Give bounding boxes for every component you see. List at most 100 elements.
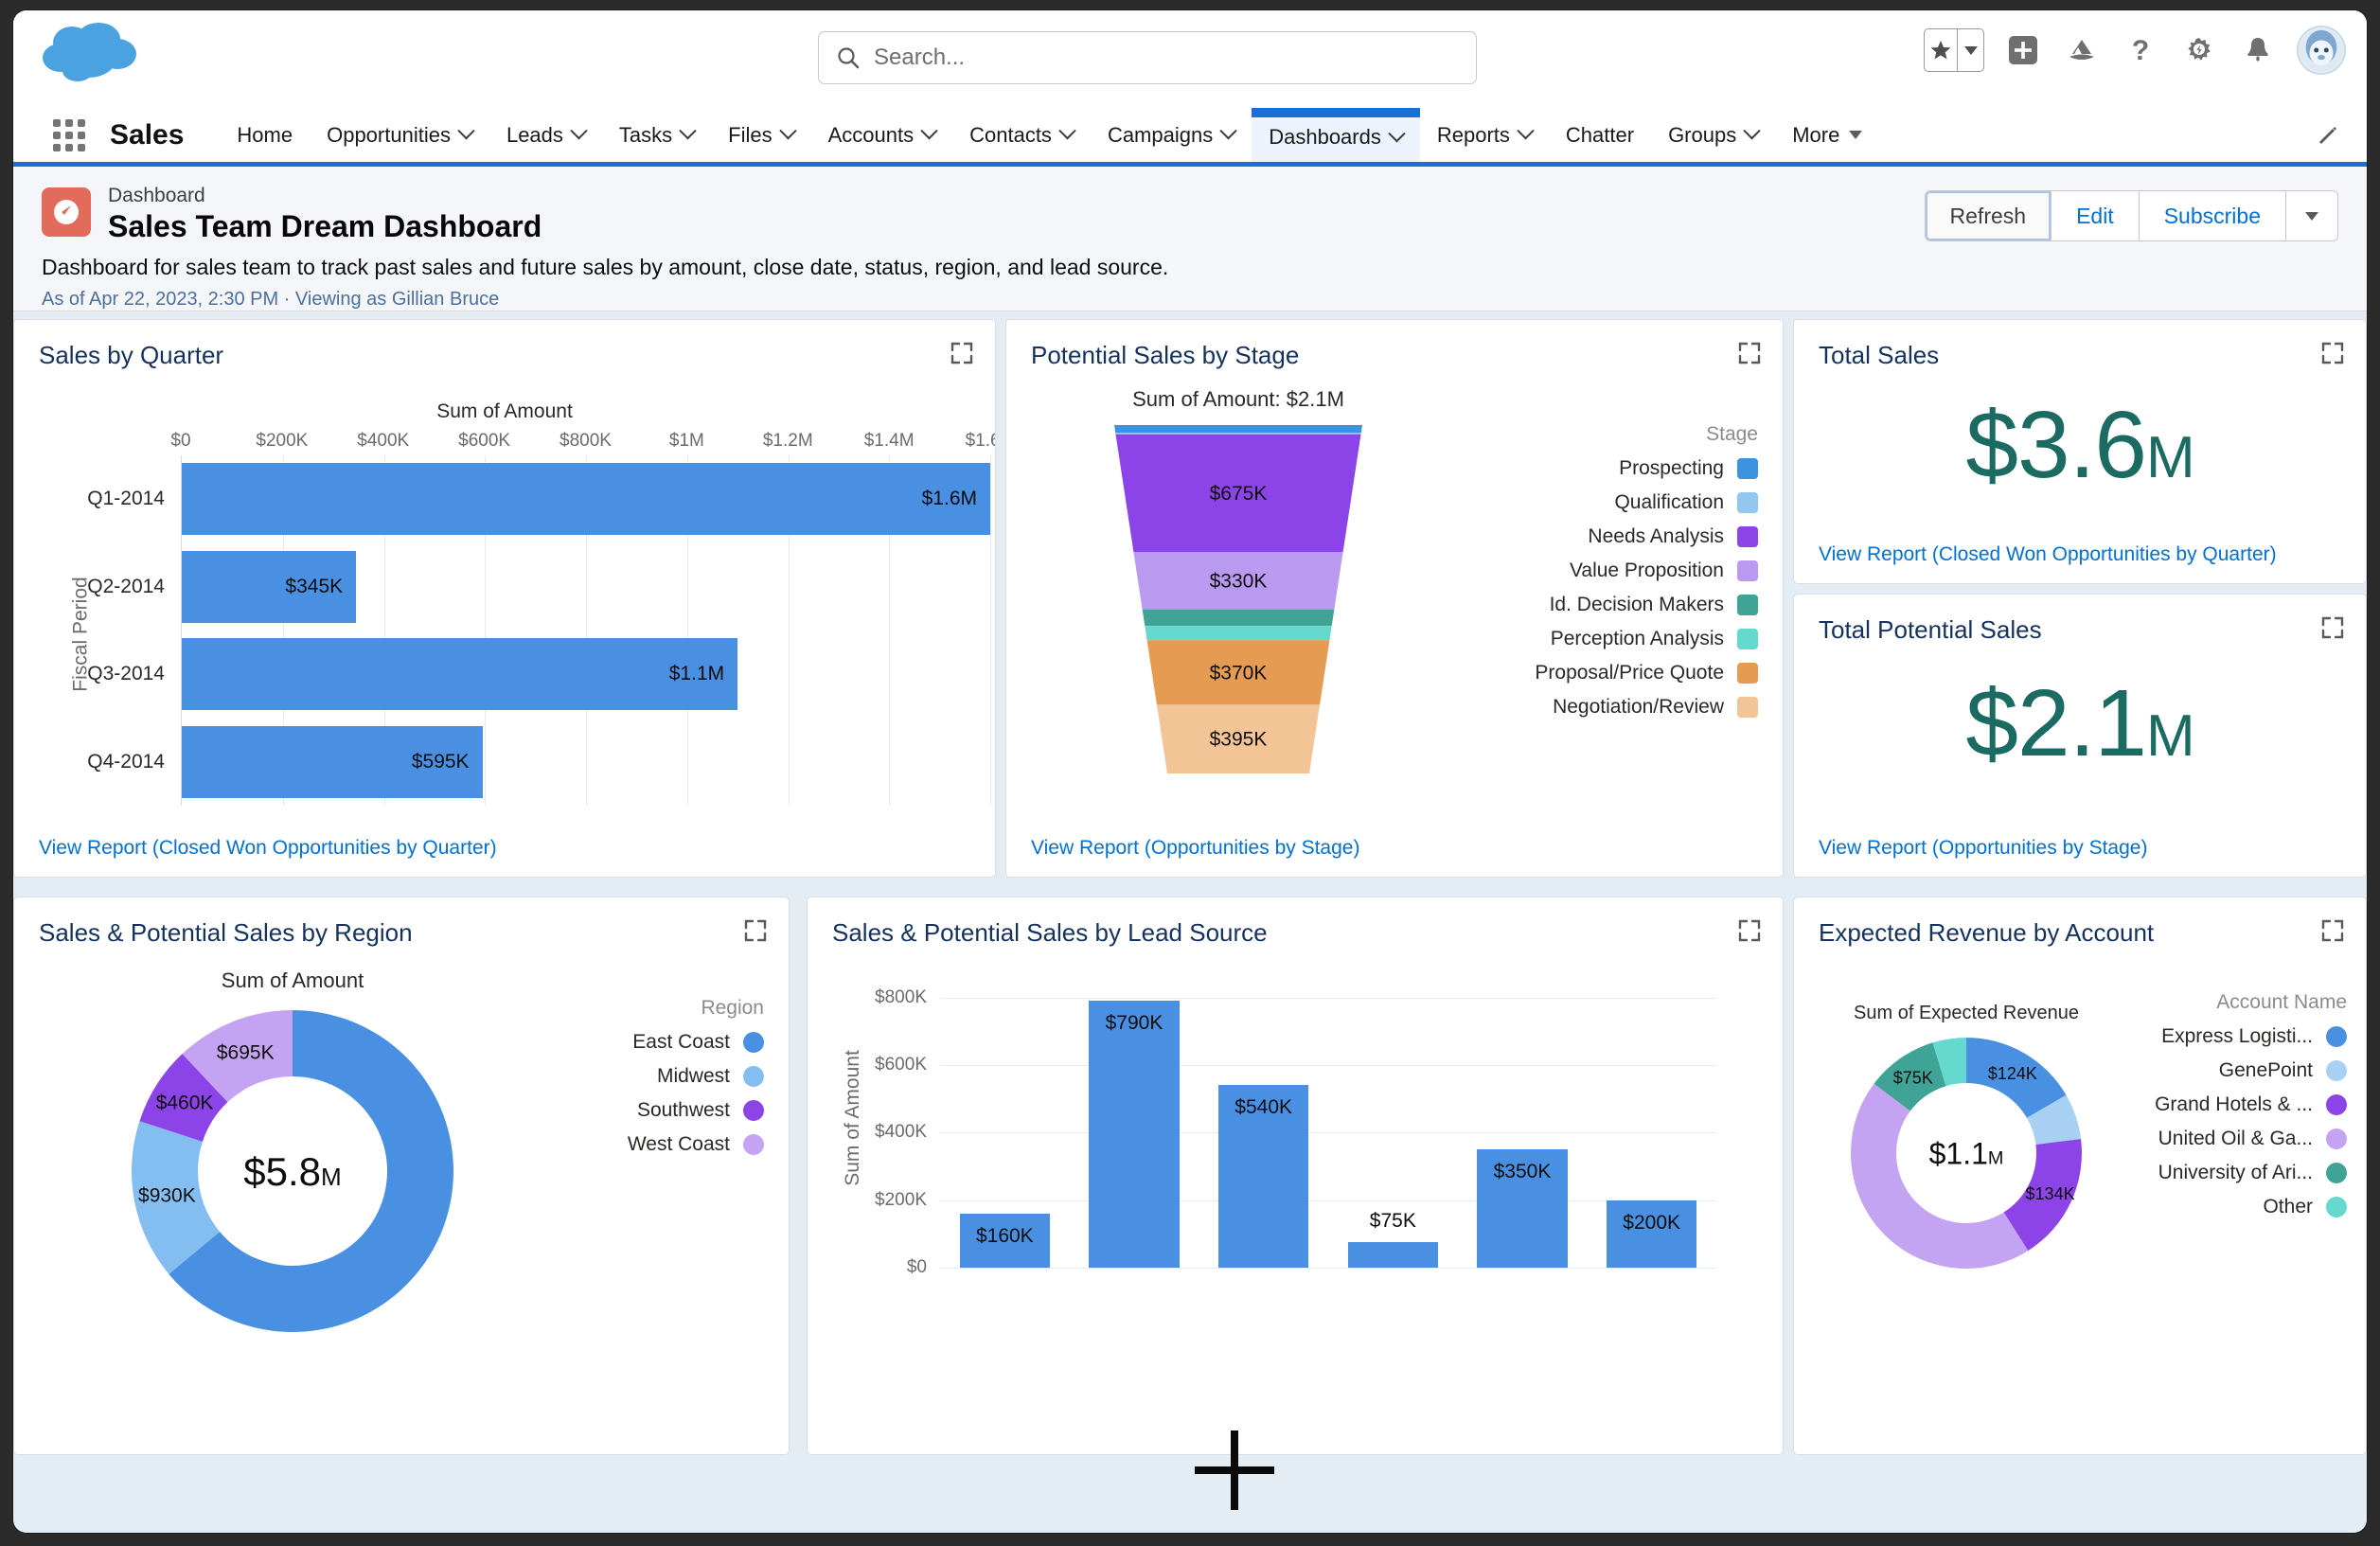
bar-row[interactable]: Q1-2014 $1.6M	[87, 455, 990, 543]
nav-item-tasks[interactable]: Tasks	[602, 108, 711, 162]
user-avatar[interactable]	[2297, 26, 2346, 75]
expand-icon[interactable]	[2320, 341, 2345, 365]
bar-row[interactable]: Q4-2014 $595K	[87, 719, 990, 807]
legend-item[interactable]: Prospecting	[1446, 457, 1758, 480]
legend-item[interactable]: East Coast	[546, 1031, 764, 1054]
nav-item-label: Files	[728, 122, 773, 147]
nav-item-opportunities[interactable]: Opportunities	[310, 108, 489, 162]
view-report-link[interactable]: View Report (Opportunities by Stage)	[1794, 837, 2172, 877]
funnel-segment[interactable]	[1145, 626, 1332, 641]
bar-value-label: $200K	[1623, 1211, 1681, 1234]
nav-item-leads[interactable]: Leads	[489, 108, 602, 162]
legend-item[interactable]: Needs Analysis	[1446, 525, 1758, 548]
legend-item[interactable]: Id. Decision Makers	[1446, 594, 1758, 616]
nav-item-files[interactable]: Files	[711, 108, 810, 162]
funnel-segment[interactable]	[1115, 433, 1361, 435]
funnel-segment-label: $370K	[1210, 662, 1268, 684]
bar[interactable]: $350K	[1477, 1149, 1568, 1268]
expand-icon[interactable]	[2320, 918, 2345, 943]
donut-slice-label: $134K	[2026, 1184, 2075, 1203]
nav-item-groups[interactable]: Groups	[1651, 108, 1775, 162]
salesforce-cloud-logo[interactable]	[38, 22, 142, 84]
legend-item[interactable]: Proposal/Price Quote	[1446, 662, 1758, 684]
caret-down-icon	[2305, 211, 2318, 221]
global-search[interactable]	[818, 31, 1477, 84]
nav-item-chatter[interactable]: Chatter	[1549, 108, 1651, 162]
view-report-link[interactable]: View Report (Closed Won Opportunities by…	[14, 837, 522, 877]
expand-icon[interactable]	[950, 341, 974, 365]
setup-gear-icon[interactable]	[2179, 30, 2219, 70]
bar-row[interactable]: Q2-2014 $345K	[87, 543, 990, 631]
view-report-link[interactable]: View Report (Opportunities by Stage)	[1006, 837, 1384, 877]
refresh-button[interactable]: Refresh	[1925, 191, 2052, 240]
chart-x-tick: $1.2M	[762, 431, 813, 451]
nav-item-accounts[interactable]: Accounts	[811, 108, 953, 162]
nav-item-more[interactable]: More	[1775, 108, 1879, 162]
legend-item[interactable]: Express Logisti...	[2129, 1025, 2347, 1048]
nav-item-campaigns[interactable]: Campaigns	[1091, 108, 1252, 162]
expand-icon[interactable]	[1737, 341, 1762, 365]
legend-color-swatch	[743, 1066, 764, 1087]
svg-text:?: ?	[2132, 35, 2149, 66]
edit-button[interactable]: Edit	[2051, 191, 2140, 240]
bar[interactable]: $790K	[1089, 1001, 1180, 1268]
edit-pencil-icon[interactable]	[2316, 123, 2340, 148]
legend-color-swatch	[2326, 1128, 2347, 1149]
global-actions-icon[interactable]	[2003, 30, 2043, 70]
bar[interactable]: $160K	[959, 1213, 1051, 1268]
global-header: ?	[13, 10, 2367, 108]
legend-item[interactable]: Value Proposition	[1446, 560, 1758, 582]
notifications-bell-icon[interactable]	[2238, 30, 2278, 70]
bar[interactable]: $595K	[182, 725, 483, 798]
bar[interactable]: $1.6M	[182, 463, 990, 535]
more-actions-button[interactable]	[2286, 191, 2337, 240]
expand-icon[interactable]	[2320, 615, 2345, 640]
bar[interactable]: $540K	[1217, 1085, 1309, 1268]
search-input[interactable]	[874, 44, 1459, 71]
funnel-segment[interactable]	[1114, 425, 1362, 434]
trailhead-icon[interactable]	[2062, 30, 2102, 70]
legend-item[interactable]: Negotiation/Review	[1446, 696, 1758, 719]
legend-item-label: Value Proposition	[1569, 560, 1724, 581]
legend-item[interactable]: United Oil & Ga...	[2129, 1128, 2347, 1150]
nav-item-label: Opportunities	[327, 122, 451, 147]
favorites-dropdown-icon[interactable]	[1957, 29, 1983, 71]
legend-item[interactable]: West Coast	[546, 1133, 764, 1156]
legend-item[interactable]: University of Ari...	[2129, 1162, 2347, 1184]
view-report-link[interactable]: View Report (Closed Won Opportunities by…	[1794, 543, 2301, 583]
bar-row[interactable]: Q3-2014 $1.1M	[87, 631, 990, 719]
help-icon[interactable]: ?	[2121, 30, 2160, 70]
donut-slice[interactable]	[1851, 1083, 2029, 1269]
bar[interactable]: $345K	[182, 550, 357, 623]
chart-x-tick: $1.4M	[863, 431, 915, 451]
legend-item[interactable]: GenePoint	[2129, 1059, 2347, 1082]
bar[interactable]: $75K	[1347, 1210, 1439, 1268]
legend-item[interactable]: Southwest	[546, 1099, 764, 1122]
expand-icon[interactable]	[743, 918, 768, 943]
chart-x-tick: $1.6M	[965, 431, 995, 451]
nav-item-reports[interactable]: Reports	[1420, 108, 1549, 162]
nav-item-dashboards[interactable]: Dashboards	[1252, 108, 1420, 162]
nav-item-home[interactable]: Home	[220, 108, 310, 162]
legend-item[interactable]: Grand Hotels & ...	[2129, 1093, 2347, 1116]
nav-item-contacts[interactable]: Contacts	[952, 108, 1091, 162]
bar[interactable]: $200K	[1606, 1199, 1697, 1268]
metric-suffix: M	[2145, 425, 2195, 490]
expand-icon[interactable]	[1737, 918, 1762, 943]
bar-category-label: Q4-2014	[87, 750, 165, 773]
widget-potential-sales-by-stage: Potential Sales by Stage Sum of Amount: …	[1005, 319, 1784, 878]
subscribe-button[interactable]: Subscribe	[2139, 191, 2286, 240]
legend-item-label: East Coast	[632, 1031, 730, 1053]
favorites-group[interactable]	[1924, 28, 1984, 72]
funnel-segment[interactable]	[1142, 609, 1335, 627]
legend-item-label: United Oil & Ga...	[2158, 1128, 2313, 1149]
legend-item[interactable]: Midwest	[546, 1065, 764, 1088]
favorites-star-icon[interactable]	[1925, 29, 1957, 71]
app-launcher-icon[interactable]	[53, 108, 89, 162]
legend-item[interactable]: Perception Analysis	[1446, 628, 1758, 650]
gridline	[940, 1065, 1716, 1067]
bar[interactable]: $1.1M	[182, 638, 738, 710]
legend-item[interactable]: Other	[2129, 1196, 2347, 1218]
legend-color-swatch	[2326, 1026, 2347, 1047]
legend-item[interactable]: Qualification	[1446, 491, 1758, 514]
